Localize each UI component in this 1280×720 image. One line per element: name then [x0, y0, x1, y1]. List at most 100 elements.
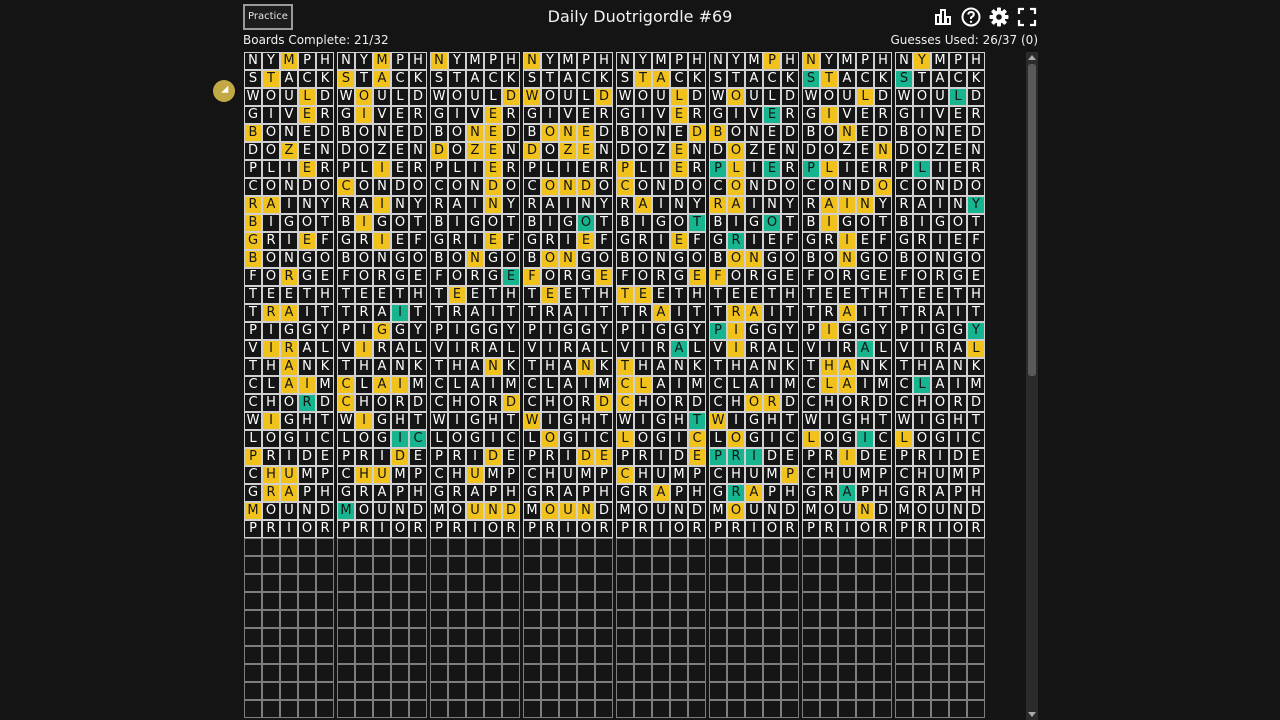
- fullscreen-icon[interactable]: [1016, 6, 1038, 28]
- board: NYMPHSTACKWOULDGIVERBONEDDOZENPLIERCONDO…: [430, 52, 520, 718]
- tile: Y: [688, 196, 706, 214]
- stats-icon[interactable]: [932, 6, 954, 28]
- tile: O: [820, 430, 838, 448]
- tile: I: [652, 232, 670, 250]
- empty-tile: [262, 574, 280, 592]
- tile: H: [634, 358, 652, 376]
- tile: H: [688, 52, 706, 70]
- empty-tile: [559, 682, 577, 700]
- tile: Y: [316, 322, 334, 340]
- tile: O: [634, 178, 652, 196]
- empty-tile: [541, 646, 559, 664]
- empty-tile: [409, 556, 427, 574]
- empty-tile: [448, 682, 466, 700]
- boards-area: NYMPHSTACKWOULDGIVERBONEDDOZENPLIERCONDO…: [244, 52, 1026, 720]
- empty-tile: [355, 646, 373, 664]
- tile: Y: [874, 196, 892, 214]
- tile: R: [874, 520, 892, 538]
- empty-tile: [484, 574, 502, 592]
- empty-tile: [559, 700, 577, 718]
- empty-tile: [802, 664, 820, 682]
- settings-icon[interactable]: [988, 6, 1010, 28]
- tile: P: [781, 466, 799, 484]
- tile: E: [763, 232, 781, 250]
- board: NYMPHSTACKWOULDGIVERBONEDDOZENPLIERCONDO…: [244, 52, 334, 718]
- empty-tile: [709, 628, 727, 646]
- empty-tile: [409, 538, 427, 556]
- empty-tile: [709, 610, 727, 628]
- tile: N: [949, 502, 967, 520]
- tile: A: [727, 196, 745, 214]
- empty-tile: [931, 682, 949, 700]
- empty-tile: [484, 682, 502, 700]
- scroll-thumb[interactable]: [1028, 64, 1036, 376]
- tile: E: [391, 232, 409, 250]
- tile: A: [541, 196, 559, 214]
- empty-tile: [316, 664, 334, 682]
- empty-tile: [709, 700, 727, 718]
- empty-tile: [949, 646, 967, 664]
- empty-tile: [484, 538, 502, 556]
- empty-tile: [745, 538, 763, 556]
- tile: H: [316, 52, 334, 70]
- tile: H: [967, 286, 985, 304]
- tile: W: [895, 88, 913, 106]
- empty-tile: [316, 574, 334, 592]
- tile: M: [466, 52, 484, 70]
- tile: P: [337, 520, 355, 538]
- tile: C: [616, 178, 634, 196]
- tile: O: [391, 214, 409, 232]
- tile: B: [337, 214, 355, 232]
- tile: R: [502, 106, 520, 124]
- tile: E: [391, 160, 409, 178]
- scroll-up-icon[interactable]: [1028, 55, 1036, 60]
- tile: A: [931, 484, 949, 502]
- help-icon[interactable]: [960, 6, 982, 28]
- tile: R: [316, 160, 334, 178]
- tile: I: [913, 214, 931, 232]
- tile: M: [763, 466, 781, 484]
- tile: L: [541, 376, 559, 394]
- tile: M: [670, 466, 688, 484]
- tile: D: [484, 448, 502, 466]
- empty-tile: [316, 592, 334, 610]
- tile: A: [280, 358, 298, 376]
- tile: C: [709, 466, 727, 484]
- scrollbar[interactable]: [1026, 52, 1038, 720]
- empty-tile: [634, 538, 652, 556]
- tile: R: [856, 394, 874, 412]
- tile: T: [595, 304, 613, 322]
- empty-tile: [577, 592, 595, 610]
- tile: F: [709, 268, 727, 286]
- empty-tile: [895, 610, 913, 628]
- scroll-down-icon[interactable]: [1028, 712, 1036, 717]
- tile: U: [931, 466, 949, 484]
- tile: I: [931, 232, 949, 250]
- tile: E: [298, 142, 316, 160]
- tile: P: [856, 52, 874, 70]
- tile: I: [541, 214, 559, 232]
- tile: W: [802, 88, 820, 106]
- tile: C: [523, 466, 541, 484]
- tile: N: [559, 124, 577, 142]
- tile: C: [802, 394, 820, 412]
- tile: U: [466, 502, 484, 520]
- tile: D: [616, 142, 634, 160]
- tile: I: [913, 412, 931, 430]
- empty-tile: [577, 700, 595, 718]
- tile: B: [523, 250, 541, 268]
- tile: G: [244, 484, 262, 502]
- tile: G: [670, 250, 688, 268]
- empty-tile: [316, 610, 334, 628]
- tile: P: [709, 448, 727, 466]
- tile: T: [967, 412, 985, 430]
- tile: U: [652, 466, 670, 484]
- tile: C: [856, 70, 874, 88]
- tile: I: [745, 196, 763, 214]
- tile: G: [523, 484, 541, 502]
- tile: A: [373, 70, 391, 88]
- tile: D: [316, 124, 334, 142]
- empty-tile: [913, 646, 931, 664]
- board: NYMPHSTACKWOULDGIVERBONEDDOZENPLIERCONDO…: [523, 52, 613, 718]
- tile: O: [298, 214, 316, 232]
